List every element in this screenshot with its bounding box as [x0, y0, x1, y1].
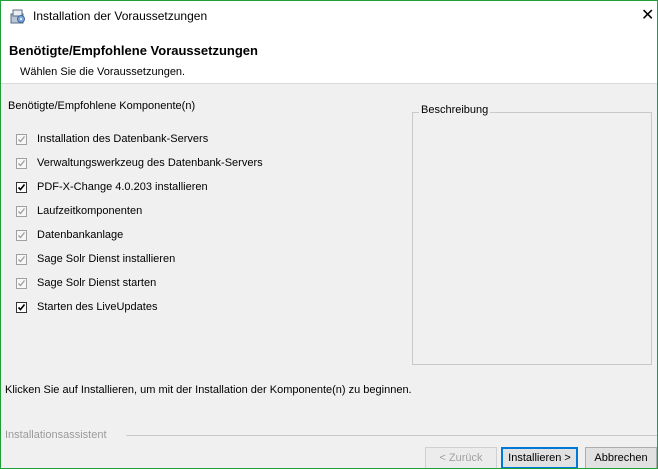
components-group-label: Benötigte/Empfohlene Komponente(n): [8, 100, 196, 112]
checkbox-item-pdf-x-change[interactable]: PDF-X-Change 4.0.203 installieren: [15, 175, 405, 199]
checkbox-item-runtime: Laufzeitkomponenten: [15, 199, 405, 223]
cancel-button[interactable]: Abbrechen: [585, 447, 657, 468]
checkmark-icon: [18, 159, 26, 167]
installer-window: Installation der Voraussetzungen ✕ Benöt…: [0, 0, 658, 469]
checkbox-item-database-setup: Datenbankanlage: [15, 223, 405, 247]
checkbox-database-setup: [16, 229, 27, 241]
checkbox-item-solr-start: Sage Solr Dienst starten: [15, 271, 405, 295]
checkbox-item-solr-install: Sage Solr Dienst installieren: [15, 247, 405, 271]
checkmark-icon: [17, 303, 26, 311]
checkbox-db-server: [16, 133, 27, 145]
checkbox-liveupdate[interactable]: [16, 301, 27, 313]
checkbox-label: Datenbankanlage: [37, 229, 124, 241]
checkmark-icon: [18, 135, 26, 143]
description-panel: [412, 112, 652, 365]
footer-divider: [126, 435, 657, 436]
checkmark-icon: [17, 183, 26, 191]
checkbox-label: Sage Solr Dienst installieren: [37, 253, 176, 265]
checkbox-label: Installation des Datenbank-Servers: [37, 133, 209, 145]
checkmark-icon: [18, 279, 26, 287]
installer-icon: [10, 8, 26, 24]
page-title: Benötigte/Empfohlene Voraussetzungen: [9, 43, 258, 58]
window-title: Installation der Voraussetzungen: [33, 9, 208, 23]
checkbox-runtime: [16, 205, 27, 217]
checkbox-label: Sage Solr Dienst starten: [37, 277, 157, 289]
checkbox-item-db-server: Installation des Datenbank-Servers: [15, 127, 405, 151]
checkbox-pdf-x-change[interactable]: [16, 181, 27, 193]
checkbox-label: Laufzeitkomponenten: [37, 205, 143, 217]
title-bar: Installation der Voraussetzungen ✕: [1, 1, 657, 31]
description-label: Beschreibung: [419, 104, 491, 116]
checkbox-label[interactable]: Starten des LiveUpdates: [37, 301, 157, 313]
instruction-text: Klicken Sie auf Installieren, um mit der…: [5, 384, 412, 396]
checkmark-icon: [18, 231, 26, 239]
components-checkbox-list: Installation des Datenbank-Servers Verwa…: [15, 127, 405, 319]
wizard-header: Benötigte/Empfohlene Voraussetzungen Wäh…: [1, 31, 657, 84]
checkbox-db-admin-tool: [16, 157, 27, 169]
page-subtitle: Wählen Sie die Voraussetzungen.: [20, 66, 186, 78]
back-button[interactable]: < Zurück: [425, 447, 497, 468]
wizard-brand-label: Installationsassistent: [5, 429, 107, 441]
checkbox-solr-install: [16, 253, 27, 265]
checkbox-label[interactable]: PDF-X-Change 4.0.203 installieren: [37, 181, 208, 193]
install-button[interactable]: Installieren >: [501, 447, 578, 468]
checkbox-item-db-admin-tool: Verwaltungswerkzeug des Datenbank-Server…: [15, 151, 405, 175]
checkbox-solr-start: [16, 277, 27, 289]
checkmark-icon: [18, 255, 26, 263]
checkbox-item-liveupdate[interactable]: Starten des LiveUpdates: [15, 295, 405, 319]
checkbox-label: Verwaltungswerkzeug des Datenbank-Server…: [37, 157, 263, 169]
close-icon[interactable]: ✕: [641, 5, 657, 27]
checkmark-icon: [18, 207, 26, 215]
